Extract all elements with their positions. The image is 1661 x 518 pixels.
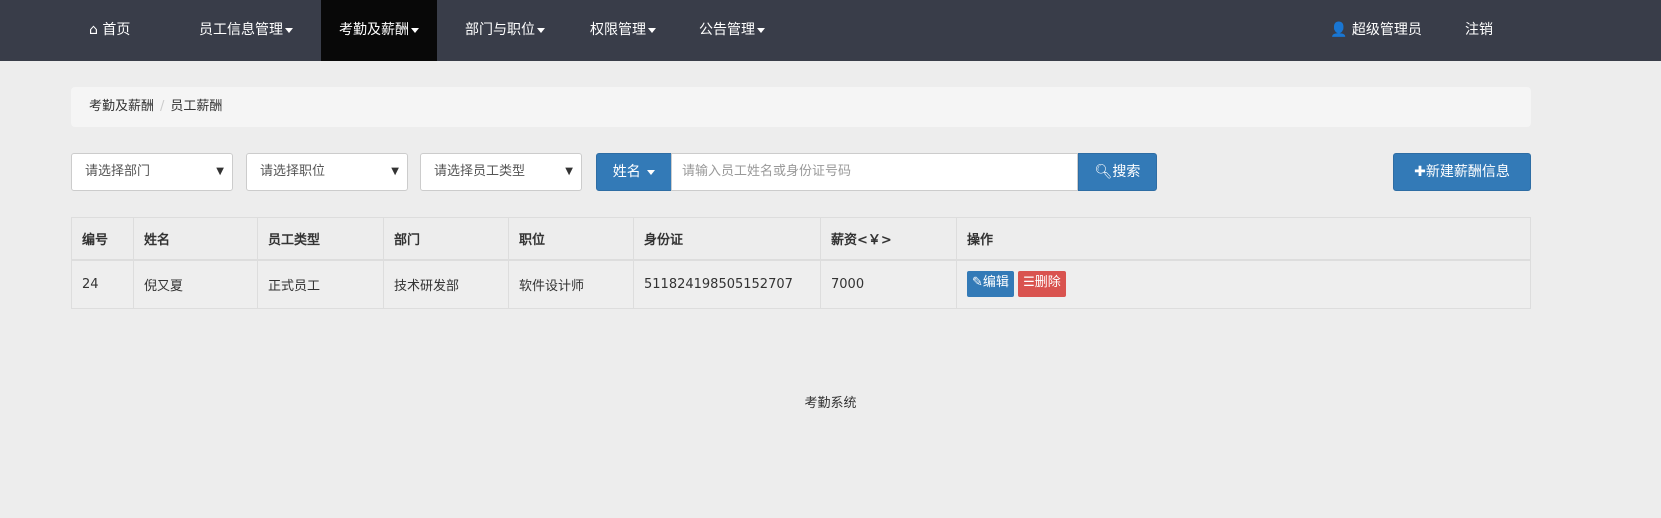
pencil-icon: ✎ xyxy=(972,275,983,291)
footer-text: 考勤系统 xyxy=(804,396,857,411)
breadcrumb-item[interactable]: 考勤及薪酬 xyxy=(89,99,154,114)
caret-down-icon xyxy=(411,27,419,33)
breadcrumb: 考勤及薪酬 / 员工薪酬 xyxy=(71,87,1531,127)
nav-attendance-salary[interactable]: 考勤及薪酬 xyxy=(321,0,437,61)
col-id: 编号 xyxy=(71,217,134,261)
col-id-card: 身份证 xyxy=(633,217,821,261)
search-button[interactable]: 🔍︎搜索 xyxy=(1078,153,1157,191)
col-dept: 部门 xyxy=(383,217,509,261)
nav-permissions[interactable]: 权限管理 xyxy=(590,0,656,61)
caret-down-icon xyxy=(285,27,293,33)
delete-button[interactable]: ☰删除 xyxy=(1018,271,1066,298)
dropdown-arrow-icon: ▼ xyxy=(216,166,224,177)
department-select[interactable]: 请选择部门 ▼ xyxy=(71,153,233,191)
employee-type-select[interactable]: 请选择员工类型 ▼ xyxy=(420,153,582,191)
top-navbar: ⌂ 首页 员工信息管理 考勤及薪酬 部门与职位 权限管理 公告管理 👤 超级管理… xyxy=(0,0,1661,61)
caret-down-icon xyxy=(537,27,545,33)
col-salary: 薪资<￥> xyxy=(820,217,957,261)
breadcrumb-current: 员工薪酬 xyxy=(170,99,223,114)
col-name: 姓名 xyxy=(133,217,258,261)
search-field-dropdown[interactable]: 姓名 xyxy=(596,153,672,191)
plus-icon: ✚ xyxy=(1414,164,1426,180)
col-type: 员工类型 xyxy=(257,217,384,261)
dropdown-arrow-icon: ▼ xyxy=(391,166,399,177)
nav-home[interactable]: ⌂ 首页 xyxy=(89,0,130,61)
table-header-row: 编号 姓名 员工类型 部门 职位 身份证 薪资<￥> 操作 xyxy=(71,217,1531,261)
nav-logout[interactable]: 注销 xyxy=(1465,0,1493,61)
list-icon: ☰ xyxy=(1023,275,1035,291)
caret-down-icon xyxy=(648,27,656,33)
col-actions: 操作 xyxy=(956,217,1531,261)
nav-announcements[interactable]: 公告管理 xyxy=(699,0,765,61)
nav-dept-position[interactable]: 部门与职位 xyxy=(465,0,545,61)
home-icon: ⌂ xyxy=(89,22,98,38)
col-position: 职位 xyxy=(508,217,634,261)
search-icon: 🔍︎ xyxy=(1094,164,1113,180)
search-input[interactable]: 请输入员工姓名或身份证号码 xyxy=(671,153,1078,191)
position-select[interactable]: 请选择职位 ▼ xyxy=(246,153,408,191)
edit-button[interactable]: ✎编辑 xyxy=(967,271,1014,298)
nav-employee-info[interactable]: 员工信息管理 xyxy=(199,0,293,61)
table-row: 24 倪又夏 正式员工 技术研发部 软件设计师 5118241985051527… xyxy=(71,259,1531,309)
user-icon: 👤 xyxy=(1330,22,1348,38)
caret-down-icon xyxy=(757,27,765,33)
dropdown-arrow-icon: ▼ xyxy=(565,166,573,177)
new-salary-button[interactable]: ✚新建薪酬信息 xyxy=(1393,153,1531,191)
nav-user[interactable]: 👤 超级管理员 xyxy=(1330,0,1422,61)
salary-table: 编号 姓名 员工类型 部门 职位 身份证 薪资<￥> 操作 24 倪又夏 正式员… xyxy=(71,217,1531,309)
